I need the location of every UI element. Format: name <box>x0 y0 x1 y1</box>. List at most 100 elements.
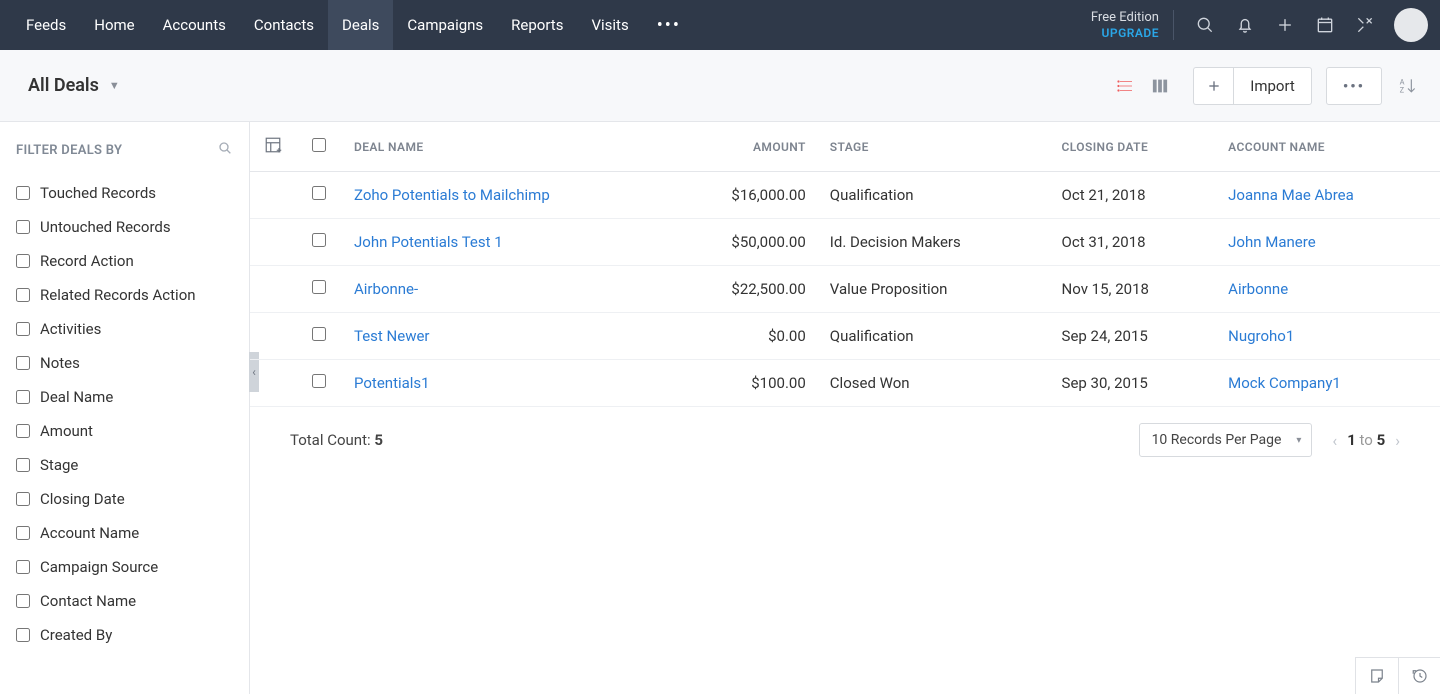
avatar[interactable] <box>1394 8 1428 42</box>
col-closing-date[interactable]: CLOSING DATE <box>1050 122 1217 172</box>
tools-icon[interactable] <box>1354 14 1376 36</box>
pager-prev[interactable]: ‹ <box>1332 431 1337 450</box>
col-stage[interactable]: STAGE <box>818 122 1050 172</box>
deal-link[interactable]: Test Newer <box>354 327 430 345</box>
filter-row[interactable]: Account Name <box>16 516 233 550</box>
filter-checkbox[interactable] <box>16 560 30 574</box>
import-label: Import <box>1250 77 1295 95</box>
search-icon[interactable] <box>1194 14 1216 36</box>
filter-row[interactable]: Contact Name <box>16 584 233 618</box>
filter-checkbox[interactable] <box>16 628 30 642</box>
filter-checkbox[interactable] <box>16 424 30 438</box>
sticky-note-icon[interactable] <box>1356 658 1398 694</box>
nav-more[interactable]: ••• <box>643 0 695 50</box>
nav-item-visits[interactable]: Visits <box>577 0 642 50</box>
filter-row[interactable]: Closing Date <box>16 482 233 516</box>
import-button[interactable]: Import <box>1233 67 1312 105</box>
nav-item-campaigns[interactable]: Campaigns <box>393 0 497 50</box>
bell-icon[interactable] <box>1234 14 1256 36</box>
calendar-icon[interactable] <box>1314 14 1336 36</box>
filter-row[interactable]: Created By <box>16 618 233 652</box>
kanban-view-icon[interactable] <box>1151 77 1169 95</box>
view-toggle <box>1117 77 1169 95</box>
col-deal-name[interactable]: DEAL NAME <box>342 122 671 172</box>
deal-link[interactable]: Zoho Potentials to Mailchimp <box>354 186 550 204</box>
filter-row[interactable]: Related Records Action <box>16 278 233 312</box>
filter-row[interactable]: Touched Records <box>16 176 233 210</box>
account-link[interactable]: John Manere <box>1228 233 1316 251</box>
more-actions-button[interactable]: ••• <box>1326 67 1382 105</box>
records-per-page[interactable]: 10 Records Per Page ▾ <box>1139 423 1313 457</box>
row-checkbox[interactable] <box>312 233 326 247</box>
cell-amount: $100.00 <box>671 360 818 407</box>
cell-closing-date: Sep 24, 2015 <box>1050 313 1217 360</box>
table-row[interactable]: Potentials1$100.00Closed WonSep 30, 2015… <box>250 360 1440 407</box>
filter-checkbox[interactable] <box>16 526 30 540</box>
row-checkbox[interactable] <box>312 374 326 388</box>
row-checkbox[interactable] <box>312 186 326 200</box>
row-checkbox[interactable] <box>312 327 326 341</box>
deal-link[interactable]: Potentials1 <box>354 374 430 392</box>
account-link[interactable]: Airbonne <box>1228 280 1288 298</box>
total-count: Total Count: 5 <box>290 431 383 449</box>
account-link[interactable]: Nugroho1 <box>1228 327 1294 345</box>
table-row[interactable]: Zoho Potentials to Mailchimp$16,000.00Qu… <box>250 172 1440 219</box>
col-account-name[interactable]: ACCOUNT NAME <box>1216 122 1440 172</box>
filter-checkbox[interactable] <box>16 186 30 200</box>
nav-item-reports[interactable]: Reports <box>497 0 577 50</box>
filter-row[interactable]: Notes <box>16 346 233 380</box>
filter-checkbox[interactable] <box>16 322 30 336</box>
row-check-cell[interactable] <box>296 360 342 407</box>
filter-row[interactable]: Activities <box>16 312 233 346</box>
column-config-header[interactable] <box>250 122 296 172</box>
table-row[interactable]: John Potentials Test 1$50,000.00Id. Deci… <box>250 219 1440 266</box>
cell-account-name: Nugroho1 <box>1216 313 1440 360</box>
row-checkbox[interactable] <box>312 280 326 294</box>
filter-search-icon[interactable] <box>217 140 233 160</box>
nav-item-feeds[interactable]: Feeds <box>12 0 80 50</box>
row-check-cell[interactable] <box>296 313 342 360</box>
filter-row[interactable]: Untouched Records <box>16 210 233 244</box>
filter-checkbox[interactable] <box>16 220 30 234</box>
row-check-cell[interactable] <box>296 172 342 219</box>
filter-checkbox[interactable] <box>16 390 30 404</box>
upgrade-link[interactable]: UPGRADE <box>1102 26 1159 40</box>
nav-item-home[interactable]: Home <box>80 0 148 50</box>
filter-row[interactable]: Deal Name <box>16 380 233 414</box>
nav-item-contacts[interactable]: Contacts <box>240 0 328 50</box>
nav-item-accounts[interactable]: Accounts <box>149 0 240 50</box>
filter-checkbox[interactable] <box>16 492 30 506</box>
plus-icon[interactable] <box>1274 14 1296 36</box>
list-view-icon[interactable] <box>1117 77 1135 95</box>
pager-next[interactable]: › <box>1395 431 1400 450</box>
nav-item-deals[interactable]: Deals <box>328 0 393 50</box>
filter-checkbox[interactable] <box>16 594 30 608</box>
account-link[interactable]: Mock Company1 <box>1228 374 1341 392</box>
table-row[interactable]: Airbonne-$22,500.00Value PropositionNov … <box>250 266 1440 313</box>
account-link[interactable]: Joanna Mae Abrea <box>1228 186 1354 204</box>
row-spacer <box>250 313 296 360</box>
recent-icon[interactable] <box>1398 658 1440 694</box>
row-check-cell[interactable] <box>296 266 342 313</box>
filter-row[interactable]: Campaign Source <box>16 550 233 584</box>
filter-checkbox[interactable] <box>16 356 30 370</box>
deal-link[interactable]: Airbonne- <box>354 280 418 298</box>
filter-checkbox[interactable] <box>16 288 30 302</box>
deal-link[interactable]: John Potentials Test 1 <box>354 233 503 251</box>
view-selector[interactable]: All Deals ▼ <box>28 75 120 96</box>
select-all-header[interactable] <box>296 122 342 172</box>
pager-to: 5 <box>1377 431 1386 449</box>
filter-checkbox[interactable] <box>16 254 30 268</box>
cell-stage: Id. Decision Makers <box>818 219 1050 266</box>
select-all-checkbox[interactable] <box>312 138 326 152</box>
filter-label: Notes <box>40 354 80 372</box>
filter-row[interactable]: Amount <box>16 414 233 448</box>
row-check-cell[interactable] <box>296 219 342 266</box>
filter-row[interactable]: Stage <box>16 448 233 482</box>
create-button[interactable] <box>1193 67 1233 105</box>
filter-row[interactable]: Record Action <box>16 244 233 278</box>
sort-icon[interactable]: AZ <box>1396 76 1420 96</box>
col-amount[interactable]: AMOUNT <box>671 122 818 172</box>
table-row[interactable]: Test Newer$0.00QualificationSep 24, 2015… <box>250 313 1440 360</box>
filter-checkbox[interactable] <box>16 458 30 472</box>
